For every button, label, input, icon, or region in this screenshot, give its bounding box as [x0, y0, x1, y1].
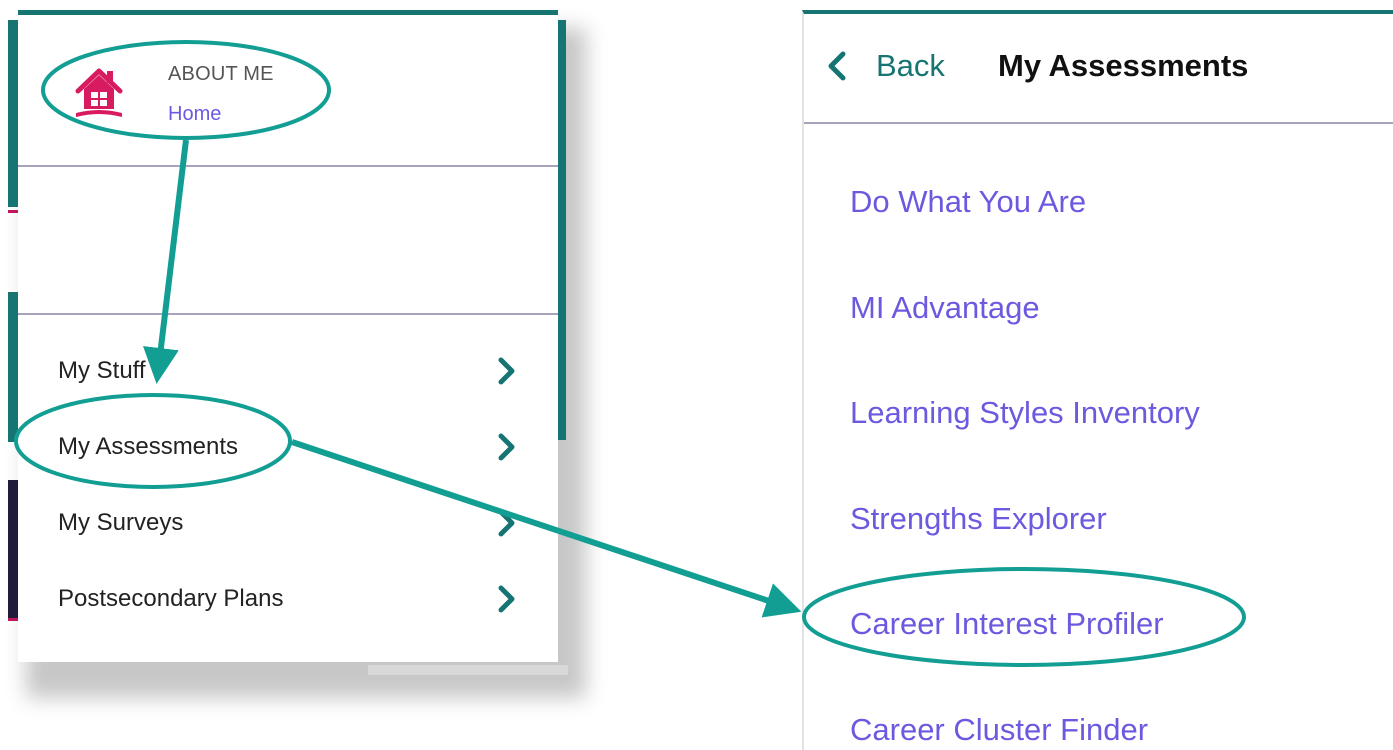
menu-item-label: My Stuff — [58, 357, 146, 384]
menu-item-label: Postsecondary Plans — [58, 585, 284, 612]
empty-section — [18, 167, 558, 315]
menu-item-my-assessments[interactable]: My Assessments — [18, 409, 558, 485]
left-menu-panel: ABOUT ME Home My Stuff My Assessments My… — [18, 10, 558, 662]
section-title: ABOUT ME — [168, 63, 274, 85]
assessments-header: Back My Assessments — [804, 14, 1393, 124]
back-label: Back — [876, 48, 945, 83]
chevron-left-icon — [828, 51, 846, 81]
left-menu-window: ABOUT ME Home My Stuff My Assessments My… — [8, 10, 586, 698]
about-me-header: ABOUT ME Home — [18, 15, 558, 167]
about-me-menu: My Stuff My Assessments My Surveys Posts… — [18, 333, 558, 637]
page-title: My Assessments — [998, 48, 1249, 83]
background-strip — [8, 480, 18, 620]
background-strip — [8, 20, 18, 207]
house-icon — [75, 68, 123, 117]
menu-item-postsecondary-plans[interactable]: Postsecondary Plans — [18, 561, 558, 637]
background-strip — [8, 292, 18, 442]
background-accent — [8, 618, 18, 621]
assessment-link-strengths-explorer[interactable]: Strengths Explorer — [850, 501, 1107, 537]
assessment-link-do-what-you-are[interactable]: Do What You Are — [850, 184, 1086, 220]
my-assessments-panel: Back My Assessments Do What You Are MI A… — [802, 10, 1393, 750]
background-strip — [558, 20, 566, 440]
chevron-right-icon — [498, 585, 515, 613]
back-button[interactable]: Back — [826, 48, 945, 84]
chevron-right-icon — [498, 433, 515, 461]
chevron-right-icon — [498, 509, 515, 537]
menu-item-my-surveys[interactable]: My Surveys — [18, 485, 558, 561]
menu-item-my-stuff[interactable]: My Stuff — [18, 333, 558, 409]
assessment-link-mi-advantage[interactable]: MI Advantage — [850, 290, 1040, 326]
background-strip — [368, 665, 568, 675]
assessment-link-career-interest-profiler[interactable]: Career Interest Profiler — [850, 606, 1164, 642]
menu-item-label: My Surveys — [58, 509, 184, 536]
background-accent — [8, 210, 18, 213]
menu-item-label: My Assessments — [58, 433, 239, 460]
chevron-right-icon — [498, 357, 515, 385]
assessment-link-learning-styles[interactable]: Learning Styles Inventory — [850, 395, 1200, 431]
home-link[interactable]: Home — [168, 103, 221, 126]
